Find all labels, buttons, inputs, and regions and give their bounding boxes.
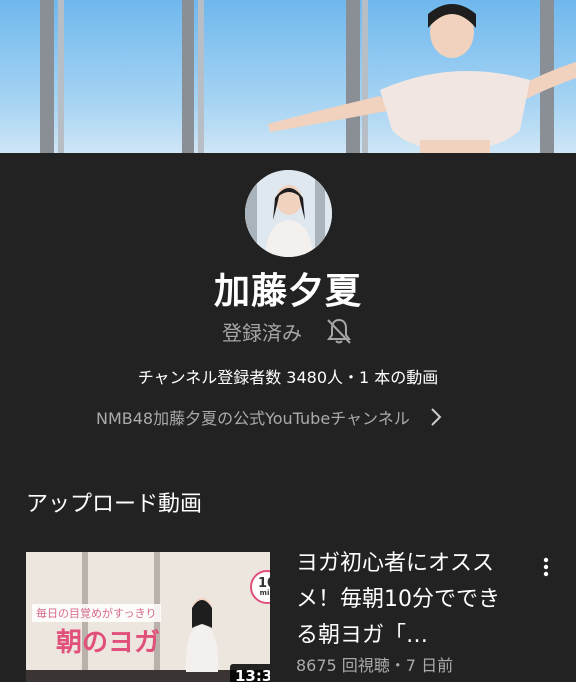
channel-name: 加藤夕夏	[213, 271, 362, 312]
video-list-item[interactable]: 毎日の目覚めがすっきり 朝のヨガ 10 min 13:39 ヨガ初心者にオススメ…	[0, 540, 576, 682]
banner-image	[40, 0, 576, 153]
thumbnail-caption: 毎日の目覚めがすっきり	[32, 604, 161, 622]
chevron-right-icon	[428, 406, 444, 428]
bell-off-icon[interactable]	[324, 316, 354, 346]
subscribe-row: 登録済み	[0, 316, 576, 346]
badge-unit: min	[259, 589, 270, 597]
channel-stats: チャンネル登録者数 3480人・1 本の動画	[137, 368, 439, 387]
channel-description-link[interactable]: NMB48加藤夕夏の公式YouTubeチャンネル	[96, 404, 444, 430]
thumbnail-title: 朝のヨガ	[56, 628, 161, 658]
video-thumbnail[interactable]: 毎日の目覚めがすっきり 朝のヨガ 10 min 13:39	[26, 552, 270, 682]
more-vert-icon[interactable]	[534, 552, 558, 582]
avatar-image	[245, 170, 332, 257]
subscribed-button[interactable]: 登録済み	[222, 317, 302, 346]
channel-banner	[0, 0, 576, 153]
channel-description: NMB48加藤夕夏の公式YouTubeチャンネル	[96, 409, 410, 428]
uploads-section-title: アップロード動画	[26, 492, 203, 517]
channel-avatar[interactable]	[245, 170, 332, 257]
video-title[interactable]: ヨガ初心者にオススメ！毎朝10分でできる朝ヨガ「…	[296, 546, 506, 654]
video-duration: 13:39	[230, 664, 270, 682]
video-meta: 8675 回視聴・7 日前	[296, 656, 454, 675]
